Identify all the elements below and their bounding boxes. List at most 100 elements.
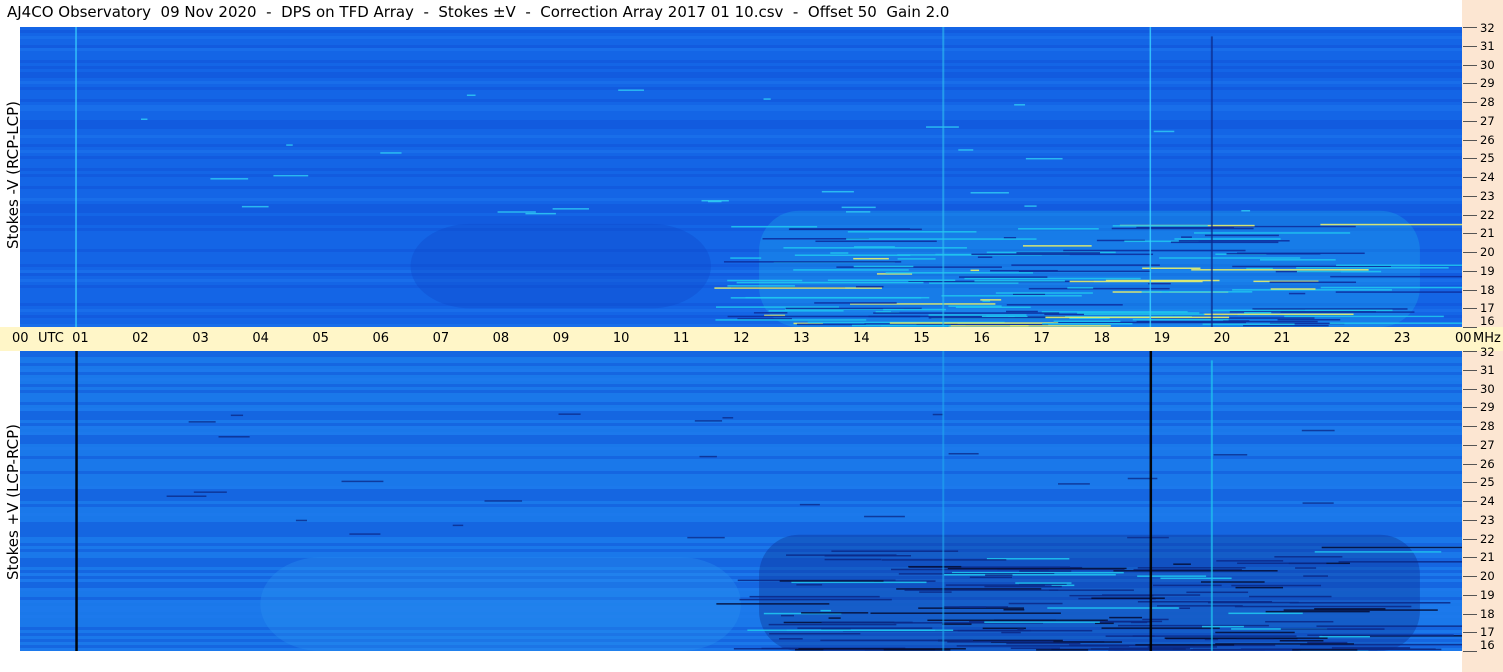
interference-streak	[1288, 292, 1306, 295]
bottom-spectrogram	[20, 351, 1462, 651]
interference-streak	[722, 417, 734, 419]
frequency-tick-label: 29	[1480, 400, 1495, 415]
frequency-tick	[1463, 158, 1477, 160]
frequency-band	[20, 489, 1462, 492]
time-tick-label: 12	[733, 331, 750, 346]
frequency-band	[20, 501, 1462, 504]
frequency-band	[20, 42, 1462, 45]
frequency-band	[20, 432, 1462, 435]
interference-streak	[210, 178, 249, 180]
frequency-band	[20, 72, 1462, 75]
frequency-band	[20, 528, 1462, 531]
mhz-unit-label: MHz	[1473, 331, 1501, 346]
interference-streak	[1277, 318, 1341, 321]
interference-streak	[1160, 577, 1232, 580]
interference-streak	[1011, 264, 1160, 266]
interference-streak	[1025, 157, 1063, 160]
interference-streak	[830, 252, 849, 254]
time-tick-label: 11	[672, 331, 690, 346]
interference-streak	[714, 287, 882, 289]
frequency-tick-label: 28	[1480, 419, 1495, 433]
vertical-marker	[1210, 36, 1213, 327]
interference-streak	[694, 420, 723, 422]
interference-streak	[349, 533, 381, 535]
interference-streak	[1141, 291, 1253, 293]
interference-streak	[846, 211, 871, 213]
frequency-band	[20, 372, 1462, 375]
interference-streak	[1203, 313, 1354, 316]
interference-streak	[1105, 635, 1297, 637]
frequency-band	[20, 498, 1462, 501]
interference-streak	[140, 118, 148, 121]
frequency-tick	[1463, 102, 1477, 103]
frequency-tick	[1463, 613, 1477, 615]
interference-streak	[798, 648, 966, 650]
frequency-tick	[1463, 252, 1477, 253]
frequency-band	[20, 486, 1462, 489]
frequency-band	[20, 66, 1462, 69]
frequency-band	[20, 180, 1462, 183]
bottom-frequency-axis: 32 31 30 29 28 27 26 25 24 23 22 21 20 19 18 17 16	[1462, 345, 1503, 652]
frequency-tick-label: 30	[1480, 381, 1495, 396]
interference-streak	[1019, 570, 1072, 572]
frequency-band	[20, 93, 1462, 96]
interference-streak	[1132, 318, 1229, 321]
frequency-tick-label: 22	[1480, 531, 1495, 546]
interference-streak	[828, 617, 841, 619]
vertical-marker	[1149, 27, 1152, 327]
frequency-tick	[1463, 214, 1477, 216]
frequency-band	[20, 51, 1462, 54]
time-tick-label: 00	[12, 331, 29, 346]
interference-streak	[1269, 281, 1357, 284]
interference-streak	[1063, 249, 1246, 252]
interference-streak	[779, 580, 884, 582]
interference-streak	[736, 281, 924, 284]
frequency-band	[20, 120, 1462, 123]
frequency-band	[20, 207, 1462, 210]
frequency-tick-label: 27	[1480, 113, 1495, 128]
frequency-tick-label: 16	[1480, 638, 1495, 652]
interference-streak	[1202, 323, 1295, 326]
interference-streak	[188, 421, 216, 423]
frequency-band	[20, 165, 1462, 168]
interference-streak	[749, 595, 880, 598]
frequency-band	[20, 48, 1462, 51]
interference-streak	[841, 206, 876, 209]
interference-streak	[827, 279, 956, 282]
utc-unit-label: UTC	[38, 331, 64, 346]
frequency-band	[20, 159, 1462, 162]
frequency-tick	[1463, 407, 1477, 409]
interference-streak	[1001, 631, 1021, 634]
interference-streak	[699, 455, 717, 458]
interference-streak	[1159, 257, 1301, 259]
interference-streak	[1053, 320, 1121, 323]
interference-streak	[1216, 560, 1284, 562]
interference-streak	[796, 584, 823, 586]
interference-streak	[870, 612, 1061, 614]
interference-streak	[1307, 641, 1348, 644]
frequency-band	[20, 69, 1462, 72]
interference-streak	[932, 413, 944, 416]
interference-streak	[974, 280, 1065, 282]
interference-streak	[1234, 605, 1412, 608]
frequency-band	[20, 60, 1462, 63]
interference-streak	[904, 589, 1059, 591]
frequency-tick	[1463, 327, 1477, 328]
interference-streak	[1024, 205, 1037, 207]
interference-streak	[1316, 625, 1462, 627]
interference-streak	[727, 315, 921, 318]
interference-streak	[1302, 502, 1334, 504]
frequency-tick	[1463, 426, 1477, 427]
frequency-band	[20, 450, 1462, 453]
interference-streak	[1191, 269, 1369, 271]
frequency-tick	[1463, 576, 1477, 577]
frequency-band	[20, 363, 1462, 366]
interference-streak	[1307, 634, 1454, 636]
frequency-band	[20, 129, 1462, 132]
interference-streak	[730, 257, 762, 259]
interference-streak	[783, 247, 967, 249]
frequency-band	[20, 75, 1462, 78]
frequency-tick	[1463, 369, 1477, 371]
frequency-band	[20, 78, 1462, 81]
interference-streak	[847, 231, 977, 233]
